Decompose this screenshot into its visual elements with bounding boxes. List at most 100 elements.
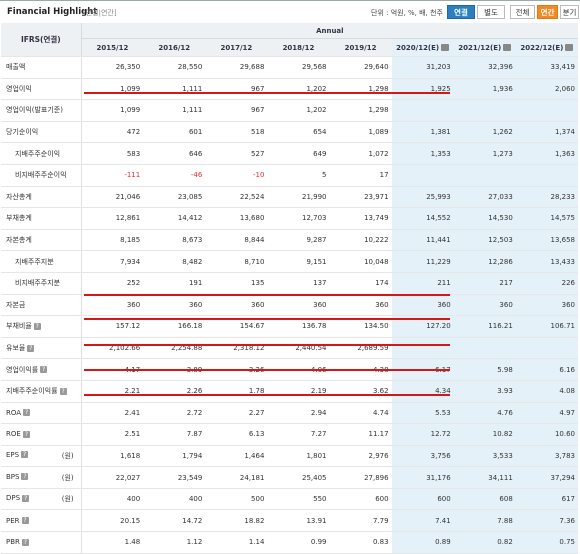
table-row: 지배주주지분 7,934 8,482 8,710 9,151 10,048 11,229 12… <box>1 250 578 273</box>
table-row: DPS? (원) 400 400 500 550 600 600 608 617 <box>1 488 578 511</box>
table-cell: 2,254.88 <box>143 337 206 360</box>
table-cell: 33,419 <box>515 56 578 79</box>
quarter-button[interactable]: 분기 <box>560 5 579 19</box>
table-row: 자본금 360 360 360 360 360 360 360 360 <box>1 294 578 317</box>
table-cell <box>391 337 454 360</box>
row-label: 비지배주주지분 <box>1 272 82 295</box>
row-label: 자본금 <box>1 294 82 317</box>
help-icon[interactable]: ? <box>21 517 29 525</box>
row-label: 자본총계 <box>1 229 82 252</box>
table-cell: 137 <box>267 272 330 295</box>
table-cell: 649 <box>267 142 330 165</box>
table-cell: 360 <box>515 294 578 317</box>
estimate-info-icon[interactable] <box>503 44 512 51</box>
table-cell: 7.41 <box>391 509 454 533</box>
row-label: ROA? <box>1 402 82 425</box>
table-cell: 1,353 <box>391 142 454 165</box>
help-icon[interactable]: ? <box>59 387 67 395</box>
red-underline <box>84 92 450 94</box>
row-label-text: 유보율 <box>6 344 26 353</box>
table-cell: 7.87 <box>143 423 206 446</box>
table-cell: 6.16 <box>515 358 578 381</box>
row-label: 유보율? <box>1 337 82 360</box>
table-cell: 4.74 <box>329 402 392 425</box>
help-icon[interactable]: ? <box>21 451 29 459</box>
table-cell <box>515 164 578 187</box>
table-cell: 2.21 <box>81 380 144 403</box>
table-cell: 28,550 <box>143 56 206 79</box>
table-cell <box>453 99 516 122</box>
year-header: 2017/12 <box>205 38 268 57</box>
table-cell: 191 <box>143 272 206 295</box>
table-cell: 27,896 <box>329 466 392 489</box>
help-icon[interactable]: ? <box>40 366 48 374</box>
help-icon[interactable]: ? <box>33 322 41 330</box>
table-cell: 18.82 <box>205 509 268 533</box>
table-cell: 1,099 <box>81 78 144 101</box>
table-cell: 1.48 <box>81 531 144 554</box>
table-cell: 1,936 <box>453 78 516 101</box>
table-cell: 400 <box>143 488 206 511</box>
row-label: 부채총계 <box>1 207 82 230</box>
table-cell: 211 <box>391 272 454 295</box>
table-cell: 2.19 <box>267 380 330 403</box>
table-row: 비지배주주지분 252 191 135 137 174 211 217 226 <box>1 272 578 295</box>
table-cell: 0.75 <box>515 531 578 554</box>
table-row: 영업이익(발표기준) 1,099 1,111 967 1,202 1,298 <box>1 99 578 122</box>
table-cell: 617 <box>515 488 578 511</box>
table-row: 비지배주주순이익 -111 -46 -10 5 17 <box>1 164 578 187</box>
year-label: 2021/12(E) <box>458 43 502 52</box>
estimate-info-icon[interactable] <box>565 44 574 51</box>
row-label: PBR? <box>1 531 82 554</box>
table-cell: 1,202 <box>267 78 330 101</box>
red-underline <box>84 344 450 346</box>
table-cell: 32,396 <box>453 56 516 79</box>
help-icon[interactable]: ? <box>27 344 35 352</box>
consolidated-button[interactable]: 연결 <box>447 5 475 19</box>
row-label-text: 지배주주순이익 <box>15 149 61 158</box>
all-button[interactable]: 전체 <box>510 5 535 19</box>
row-label: 영업이익률? <box>1 358 82 381</box>
table-cell: 5.53 <box>391 402 454 425</box>
red-underline <box>84 294 450 296</box>
row-label-text: PBR <box>6 538 20 547</box>
row-label: DPS? (원) <box>1 488 82 511</box>
table-cell: 967 <box>205 99 268 122</box>
help-icon[interactable]: ? <box>22 494 30 502</box>
table-cell: 360 <box>453 294 516 317</box>
separate-button[interactable]: 별도 <box>477 5 505 19</box>
unit-label: 단위 : 억원, %, 배, 천주 <box>371 9 443 17</box>
row-label: 영업이익(발표기준) <box>1 99 82 122</box>
year-header: 2018/12 <box>267 38 330 57</box>
table-cell: 23,971 <box>329 186 392 209</box>
help-icon[interactable]: ? <box>21 538 29 546</box>
row-label: PER? <box>1 509 82 533</box>
table-cell: 1,202 <box>267 99 330 122</box>
table-cell: 1,099 <box>81 99 144 122</box>
table-cell: 1,363 <box>515 142 578 165</box>
table-cell: 10,222 <box>329 229 392 252</box>
row-label-text: 비지배주주순이익 <box>15 171 67 180</box>
ifrs-header: IFRS(연결) <box>1 23 82 57</box>
annual-header: Annual <box>81 23 578 39</box>
help-icon[interactable]: ? <box>22 430 30 438</box>
row-label-text: 지배주주지분 <box>15 257 54 266</box>
table-cell: 29,688 <box>205 56 268 79</box>
table-cell: 27,033 <box>453 186 516 209</box>
row-label-text: 매출액 <box>6 63 26 72</box>
help-icon[interactable]: ? <box>23 409 31 417</box>
row-label-text: 영업이익(발표기준) <box>6 106 63 115</box>
help-icon[interactable]: ? <box>21 473 29 481</box>
row-label-text: 부채총계 <box>6 214 32 223</box>
table-cell: 116.21 <box>453 315 516 338</box>
row-label-text: 영업이익률 <box>6 365 39 374</box>
table-cell: 2,689.59 <box>329 337 392 360</box>
table-cell <box>391 99 454 122</box>
table-cell: 1,111 <box>143 78 206 101</box>
year-label: 2022/12(E) <box>520 43 564 52</box>
annual-button[interactable]: 연간 <box>537 5 558 19</box>
estimate-info-icon[interactable] <box>441 44 450 51</box>
table-cell: 9,151 <box>267 250 330 273</box>
table-cell: 13,658 <box>515 229 578 252</box>
table-cell: 25,993 <box>391 186 454 209</box>
